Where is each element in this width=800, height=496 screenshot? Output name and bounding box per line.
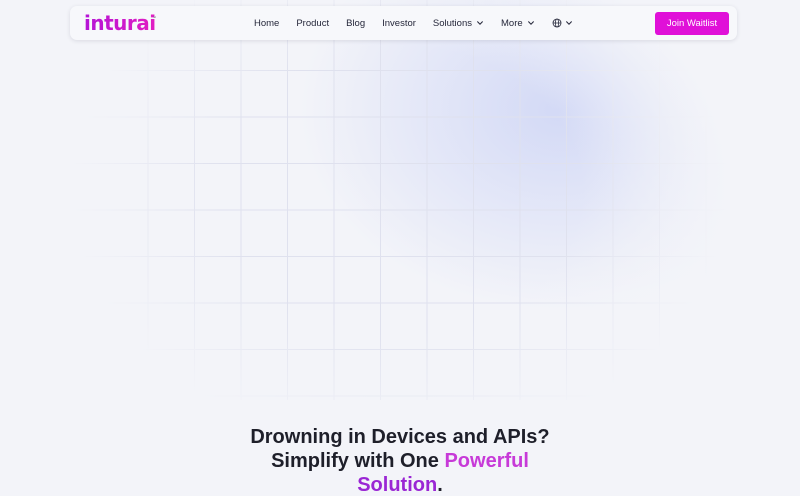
join-waitlist-button[interactable]: Join Waitlist	[655, 12, 729, 35]
chevron-down-icon	[565, 21, 572, 25]
logo-trademark: ™	[152, 15, 156, 20]
nav-item-label: Blog	[346, 17, 366, 29]
headline-text: Simplify with One	[271, 450, 445, 472]
nav-item-more[interactable]: More	[501, 18, 535, 29]
nav-item-home[interactable]: Home	[254, 18, 279, 29]
nav-item-solutions[interactable]: Solutions	[433, 18, 484, 29]
logo[interactable]: inturai	[84, 10, 156, 36]
nav-item-label: Solutions	[432, 17, 472, 29]
nav-links: Home Product Blog Investor Solutions Mor…	[254, 6, 573, 40]
headline-accent: Solution	[357, 474, 438, 496]
headline-line-2: Simplify with One Powerful	[0, 449, 800, 473]
globe-icon	[552, 18, 562, 28]
chevron-down-icon	[527, 21, 534, 25]
nav-item-blog[interactable]: Blog	[346, 18, 365, 29]
headline-line-3: Solution.	[0, 473, 800, 496]
headline-accent: Powerful	[444, 450, 529, 472]
hero-background	[0, 0, 800, 496]
navbar: inturai ™ Home Product Blog Investor Sol…	[70, 6, 737, 40]
headline-text: .	[437, 474, 443, 496]
nav-item-investor[interactable]: Investor	[382, 18, 416, 29]
nav-item-label: Home	[254, 17, 280, 29]
nav-item-label: Product	[296, 17, 330, 29]
nav-item-label: Investor	[382, 17, 416, 29]
chevron-down-icon	[477, 21, 483, 25]
headline-line-1: Drowning in Devices and APIs?	[250, 426, 550, 448]
hero-headline: Drowning in Devices and APIs? Simplify w…	[0, 425, 800, 496]
nav-item-product[interactable]: Product	[296, 18, 329, 29]
language-selector[interactable]	[552, 18, 573, 28]
grid-fade-overlay	[0, 0, 800, 496]
nav-item-label: More	[501, 17, 523, 29]
